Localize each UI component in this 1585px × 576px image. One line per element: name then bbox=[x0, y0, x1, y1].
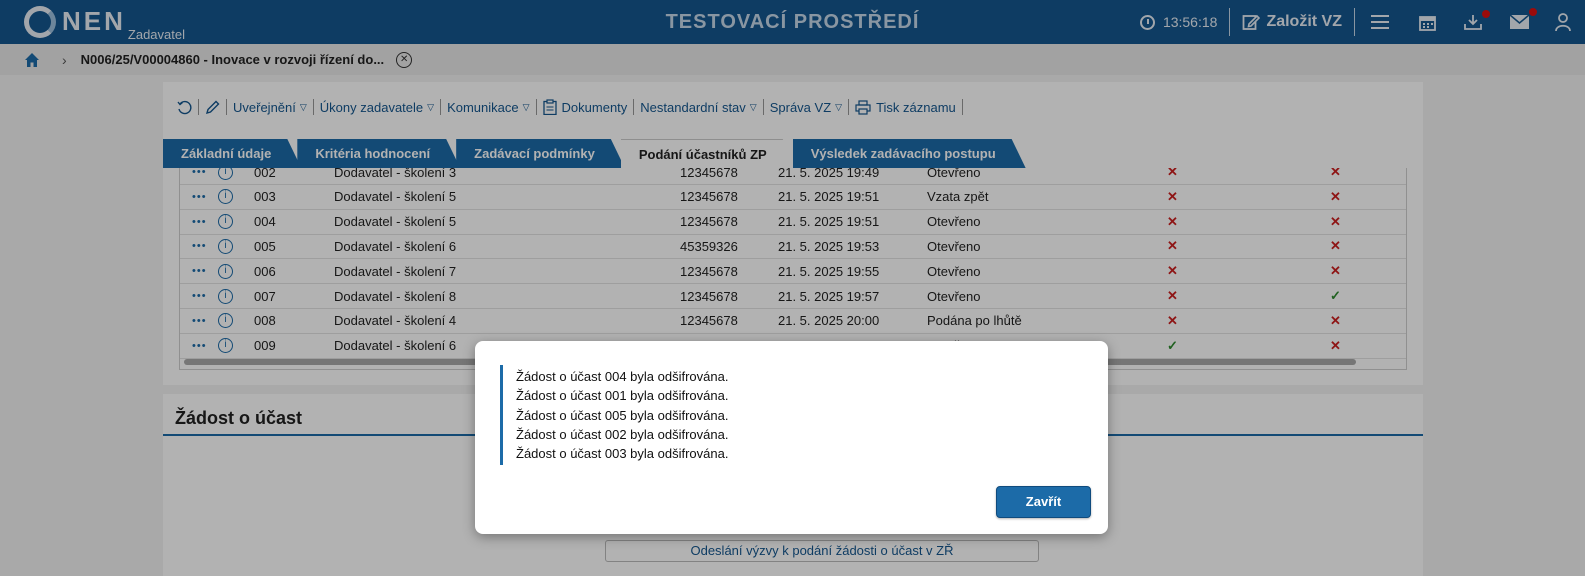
message-line: Žádost o účast 001 byla odšifrována. bbox=[516, 388, 729, 404]
message-line: Žádost o účast 002 byla odšifrována. bbox=[516, 426, 729, 442]
info-dialog: Žádost o účast 004 byla odšifrována. Žád… bbox=[475, 341, 1108, 534]
message-line: Žádost o účast 003 byla odšifrována. bbox=[516, 446, 729, 462]
message-list: Žádost o účast 004 byla odšifrována. Žád… bbox=[500, 365, 729, 466]
message-line: Žádost o účast 005 byla odšifrována. bbox=[516, 407, 729, 423]
close-button[interactable]: Zavřít bbox=[996, 486, 1091, 518]
message-line: Žádost o účast 004 byla odšifrována. bbox=[516, 369, 729, 384]
